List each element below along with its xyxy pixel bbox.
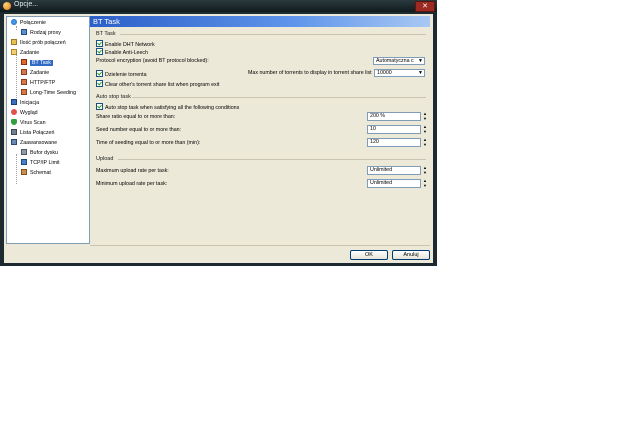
ok-button[interactable]: OK [350,250,388,260]
tree-item-wyglad[interactable]: Wygląd [11,109,38,117]
computer-icon [21,29,27,35]
tree-item-bt-task[interactable]: BT Task [21,59,53,67]
seeding-time-label: Time of seeding equal to or more than (m… [96,140,201,146]
share-ratio-label: Share ratio equal to or more than: [96,114,176,120]
tree-item-long-time-seeding[interactable]: Long-Time Seeding [21,89,76,97]
spin-down-icon[interactable]: ▼ [422,130,428,134]
checkbox-box[interactable] [96,40,103,47]
bt-group-title: BT Task [96,31,116,37]
task-icon [21,69,27,75]
chevron-down-icon[interactable]: ▼ [417,58,424,64]
tree-item-bufor-dysku[interactable]: Bufor dysku [21,149,58,157]
max-torrents-dropdown[interactable]: 10000 ▼ [374,69,425,77]
advanced-icon [11,139,17,145]
max-upload-rate-input[interactable]: Unlimited [367,166,421,175]
max-upload-rate-spinner[interactable]: ▲ ▼ [422,166,428,175]
shield-icon [11,119,17,125]
encryption-dropdown[interactable]: Automatyczna c ▼ [373,57,425,65]
tree-item-polaczenie[interactable]: Połączenie [11,19,46,27]
tree-item-zadanie-sub[interactable]: Zadanie [21,69,49,77]
tree-item-virus-scan[interactable]: Virus Scan [11,119,46,127]
scheme-icon [21,169,27,175]
spin-down-icon[interactable]: ▼ [422,117,428,121]
seeding-time-input[interactable]: 120 [367,138,421,147]
checkbox-box[interactable] [96,48,103,55]
tree-item-inicjacja[interactable]: Inicjacja [11,99,39,107]
cancel-button[interactable]: Anuluj [392,250,430,260]
network-icon [21,159,27,165]
dzielenie-checkbox[interactable]: Dzielenie torrenta [96,70,147,78]
max-torrents-label: Max number of torrents to display in tor… [248,70,372,76]
folder-icon [11,39,17,45]
max-upload-rate-label: Maximum upload rate per task: [96,168,169,174]
bt-task-icon [21,59,27,65]
title-bar[interactable]: Opcje... ✕ [0,0,437,12]
share-ratio-input[interactable]: 200 % [367,112,421,121]
task-icon [21,79,27,85]
tree-item-schemat[interactable]: Schemat [21,169,51,177]
checkbox-box[interactable] [96,103,103,110]
close-icon: ✕ [422,3,428,10]
encryption-label: Protocol encryption (avoid BT protocol b… [96,58,209,64]
group-divider [120,34,426,35]
task-icon [21,89,27,95]
tree-item-zadanie[interactable]: Zadanie [11,49,39,57]
footer-divider [90,245,430,246]
init-icon [11,99,17,105]
tree-line [16,55,17,102]
settings-panel: BT Task BT Task Enable DHT Network Enabl… [90,16,430,242]
enable-antileech-checkbox[interactable]: Enable Anti-Leech [96,48,148,56]
min-upload-rate-label: Minimum upload rate per task: [96,181,168,187]
group-divider [132,97,426,98]
tree-item-lista-polaczen[interactable]: Lista Połączeń [11,129,54,137]
options-window: Opcje... ✕ Połączenie Rodzaj proxy Ilość… [0,0,437,266]
window-title: Opcje... [14,1,39,8]
chevron-down-icon[interactable]: ▼ [417,70,424,76]
tree-item-zaawansowane[interactable]: Zaawansowane [11,139,57,147]
checkbox-box[interactable] [96,70,103,77]
options-tree[interactable]: Połączenie Rodzaj proxy Ilość prób połąc… [6,16,90,244]
tree-item-ilosc-prob[interactable]: Ilość prób połączeń [11,39,66,47]
seed-number-label: Seed number equal to or more than: [96,127,182,133]
group-divider [118,159,426,160]
spin-down-icon[interactable]: ▼ [422,184,428,188]
auto-stop-group-title: Auto stop task [96,94,131,100]
list-icon [11,129,17,135]
share-ratio-spinner[interactable]: ▲ ▼ [422,112,428,121]
upload-group-title: Upload [96,156,114,162]
folder-open-icon [11,49,17,55]
panel-header: BT Task [90,16,430,27]
enable-dht-checkbox[interactable]: Enable DHT Network [96,40,155,48]
min-upload-rate-spinner[interactable]: ▲ ▼ [422,179,428,188]
appearance-icon [11,109,17,115]
dialog-body: Połączenie Rodzaj proxy Ilość prób połąc… [4,14,433,263]
spin-down-icon[interactable]: ▼ [422,143,428,147]
seed-number-input[interactable]: 10 [367,125,421,134]
tree-line [16,154,17,184]
tree-item-rodzaj-proxy[interactable]: Rodzaj proxy [21,29,61,37]
checkbox-box[interactable] [96,80,103,87]
clear-list-checkbox[interactable]: Clear other's torrent share list when pr… [96,80,219,88]
tree-item-tcp-ip-limit[interactable]: TCP/IP Limit [21,159,60,167]
seeding-time-spinner[interactable]: ▲ ▼ [422,138,428,147]
close-button[interactable]: ✕ [415,1,435,12]
seed-number-spinner[interactable]: ▲ ▼ [422,125,428,134]
disk-icon [21,149,27,155]
spin-down-icon[interactable]: ▼ [422,171,428,175]
globe-icon [11,19,17,25]
auto-stop-checkbox[interactable]: Auto stop task when satisfying all the f… [96,103,239,111]
tree-item-http-ftp[interactable]: HTTP/FTP [21,79,55,87]
min-upload-rate-input[interactable]: Unlimited [367,179,421,188]
app-icon [3,2,11,10]
